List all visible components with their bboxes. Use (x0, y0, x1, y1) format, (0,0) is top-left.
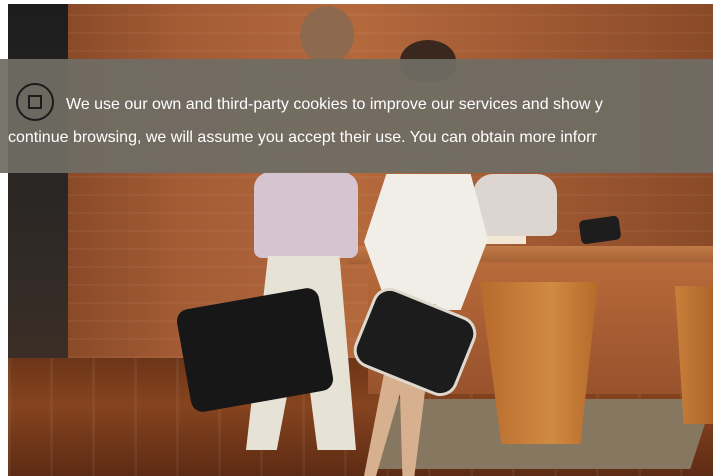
hero-man-jacket (254, 172, 358, 258)
page-viewport: We use our own and third-party cookies t… (0, 0, 713, 476)
cookie-message-line-1: We use our own and third-party cookies t… (66, 96, 603, 113)
cookie-accept-button[interactable] (16, 83, 54, 121)
cookie-banner: We use our own and third-party cookies t… (0, 59, 713, 173)
hero-dark-left-panel (8, 4, 70, 364)
checkbox-icon (28, 95, 42, 109)
hero-man-head (300, 6, 354, 64)
hero-receptionist (473, 174, 557, 236)
cookie-message-line-2: continue browsing, we will assume you ac… (8, 129, 597, 146)
hero-paper (484, 236, 526, 244)
